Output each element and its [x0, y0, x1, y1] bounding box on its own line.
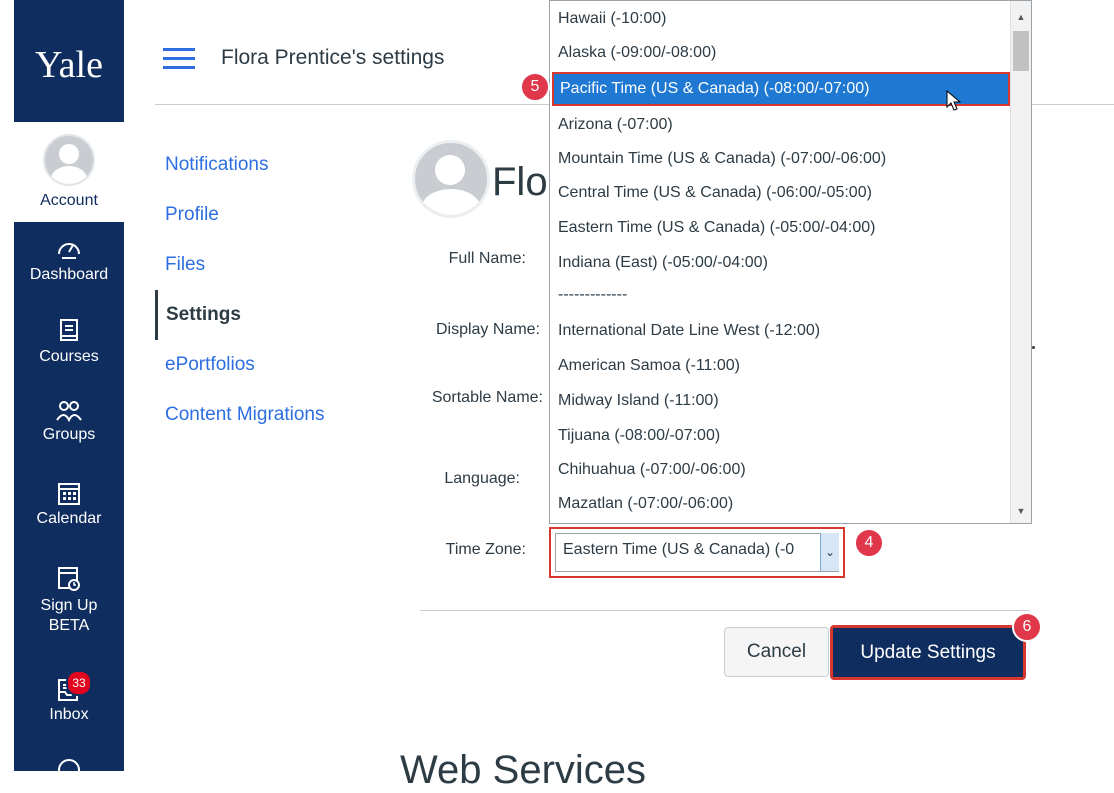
- nav-item-dashboard[interactable]: Dashboard: [14, 236, 124, 284]
- settings-subnav: Notifications Profile Files Settings ePo…: [155, 140, 395, 440]
- global-navigation: Yale Account Dashboard Courses Groups Ca…: [0, 0, 124, 781]
- nav-item-label-line1: Sign Up: [40, 597, 98, 614]
- tz-option[interactable]: Mountain Time (US & Canada) (-07:00/-06:…: [558, 150, 886, 168]
- nav-item-account[interactable]: Account: [14, 122, 124, 222]
- nav-item-courses[interactable]: Courses: [14, 318, 124, 366]
- subnav-eportfolios[interactable]: ePortfolios: [155, 340, 395, 390]
- calendar-icon: [58, 483, 80, 505]
- step-5-marker: 5: [520, 72, 550, 102]
- tz-option[interactable]: Indiana (East) (-05:00/-04:00): [558, 254, 768, 272]
- scroll-up-icon[interactable]: ▲: [1011, 7, 1031, 27]
- full-name-label: Full Name:: [448, 250, 526, 267]
- hamburger-menu-icon[interactable]: [163, 48, 195, 69]
- time-zone-current-value: Eastern Time (US & Canada) (-0: [563, 541, 795, 558]
- nav-item-calendar[interactable]: Calendar: [14, 480, 124, 528]
- tz-option[interactable]: Arizona (-07:00): [558, 116, 673, 134]
- tz-option[interactable]: Chihuahua (-07:00/-06:00): [558, 461, 746, 479]
- step-6-marker: 6: [1012, 612, 1042, 642]
- help-icon: [58, 759, 80, 781]
- nav-item-label-line2: BETA: [48, 617, 90, 634]
- courses-book-icon: [60, 319, 78, 341]
- dropdown-scrollbar[interactable]: ▲ ▼: [1010, 1, 1031, 523]
- tz-option[interactable]: Midway Island (-11:00): [558, 392, 719, 410]
- page-title: Flora Prentice's settings: [221, 46, 445, 69]
- subnav-settings[interactable]: Settings: [155, 290, 395, 340]
- nav-item-label: Account: [40, 192, 98, 209]
- nav-item-signup[interactable]: Sign Up BETA: [14, 564, 124, 636]
- subnav-files[interactable]: Files: [155, 240, 395, 290]
- update-settings-button[interactable]: Update Settings: [830, 625, 1026, 680]
- nav-item-label: Calendar: [36, 510, 102, 527]
- time-zone-label: Time Zone:: [445, 541, 526, 558]
- tz-option[interactable]: Alaska (-09:00/-08:00): [558, 44, 716, 62]
- tz-option[interactable]: Eastern Time (US & Canada) (-05:00/-04:0…: [558, 219, 875, 237]
- tz-option[interactable]: Tijuana (-08:00/-07:00): [558, 427, 720, 445]
- tz-option[interactable]: International Date Line West (-12:00): [558, 322, 820, 340]
- signup-calendar-icon: [58, 567, 80, 591]
- profile-name-heading: Flo: [492, 160, 548, 204]
- nav-item-groups[interactable]: Groups: [14, 400, 124, 444]
- time-zone-select[interactable]: Eastern Time (US & Canada) (-0 ⌄: [549, 527, 845, 578]
- dashboard-icon: [58, 243, 80, 259]
- nav-item-label: Dashboard: [29, 266, 109, 283]
- step-4-marker: 4: [854, 528, 884, 558]
- nav-item-inbox[interactable]: 33 Inbox: [14, 670, 124, 724]
- stray-dot: [1032, 346, 1035, 349]
- subnav-profile[interactable]: Profile: [155, 190, 395, 240]
- tz-option-selected[interactable]: Pacific Time (US & Canada) (-08:00/-07:0…: [552, 72, 1010, 106]
- form-divider: [420, 610, 1030, 611]
- time-zone-dropdown-list[interactable]: Hawaii (-10:00) Alaska (-09:00/-08:00) P…: [549, 0, 1032, 524]
- tz-option-separator: -------------: [558, 286, 628, 303]
- nav-item-more[interactable]: [14, 758, 124, 786]
- nav-item-label: Groups: [42, 426, 96, 443]
- tz-option[interactable]: American Samoa (-11:00): [558, 357, 740, 375]
- chevron-down-icon[interactable]: ⌄: [820, 533, 839, 571]
- tz-option[interactable]: Mazatlan (-07:00/-06:00): [558, 495, 733, 513]
- tz-option[interactable]: Hawaii (-10:00): [558, 10, 666, 28]
- subnav-content-migrations[interactable]: Content Migrations: [155, 390, 395, 440]
- scroll-thumb[interactable]: [1013, 31, 1029, 71]
- profile-avatar[interactable]: [412, 140, 490, 218]
- language-label: Language:: [444, 470, 520, 487]
- nav-item-label: Inbox: [49, 706, 89, 723]
- inbox-unread-badge: 33: [66, 670, 92, 696]
- subnav-notifications[interactable]: Notifications: [155, 140, 395, 190]
- display-name-label: Display Name:: [435, 321, 540, 338]
- tz-option[interactable]: Central Time (US & Canada) (-06:00/-05:0…: [558, 184, 872, 202]
- nav-left-strip: [0, 0, 14, 771]
- nav-item-label: Courses: [39, 348, 99, 365]
- sortable-name-label: Sortable Name:: [431, 389, 543, 406]
- yale-logo[interactable]: Yale: [14, 10, 124, 120]
- mouse-cursor-icon: [946, 90, 962, 111]
- groups-icon: [56, 401, 82, 422]
- cancel-button[interactable]: Cancel: [724, 627, 829, 677]
- scroll-down-icon[interactable]: ▼: [1011, 501, 1031, 521]
- user-avatar-icon: [43, 134, 95, 186]
